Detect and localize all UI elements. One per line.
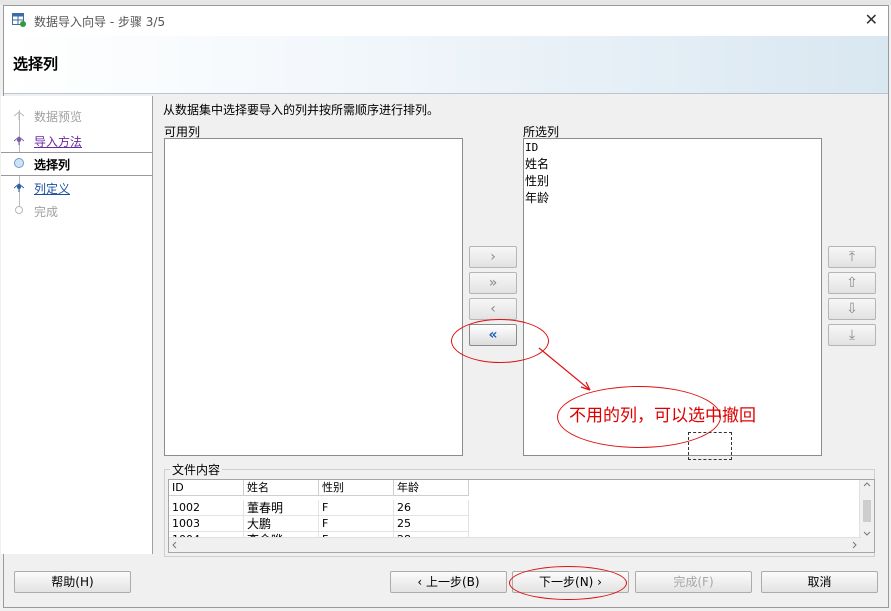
annotation-arrow <box>538 347 591 391</box>
annotation-text: 不用的列，可以选中撤回 <box>569 406 756 426</box>
selection-cursor-box <box>688 432 732 460</box>
